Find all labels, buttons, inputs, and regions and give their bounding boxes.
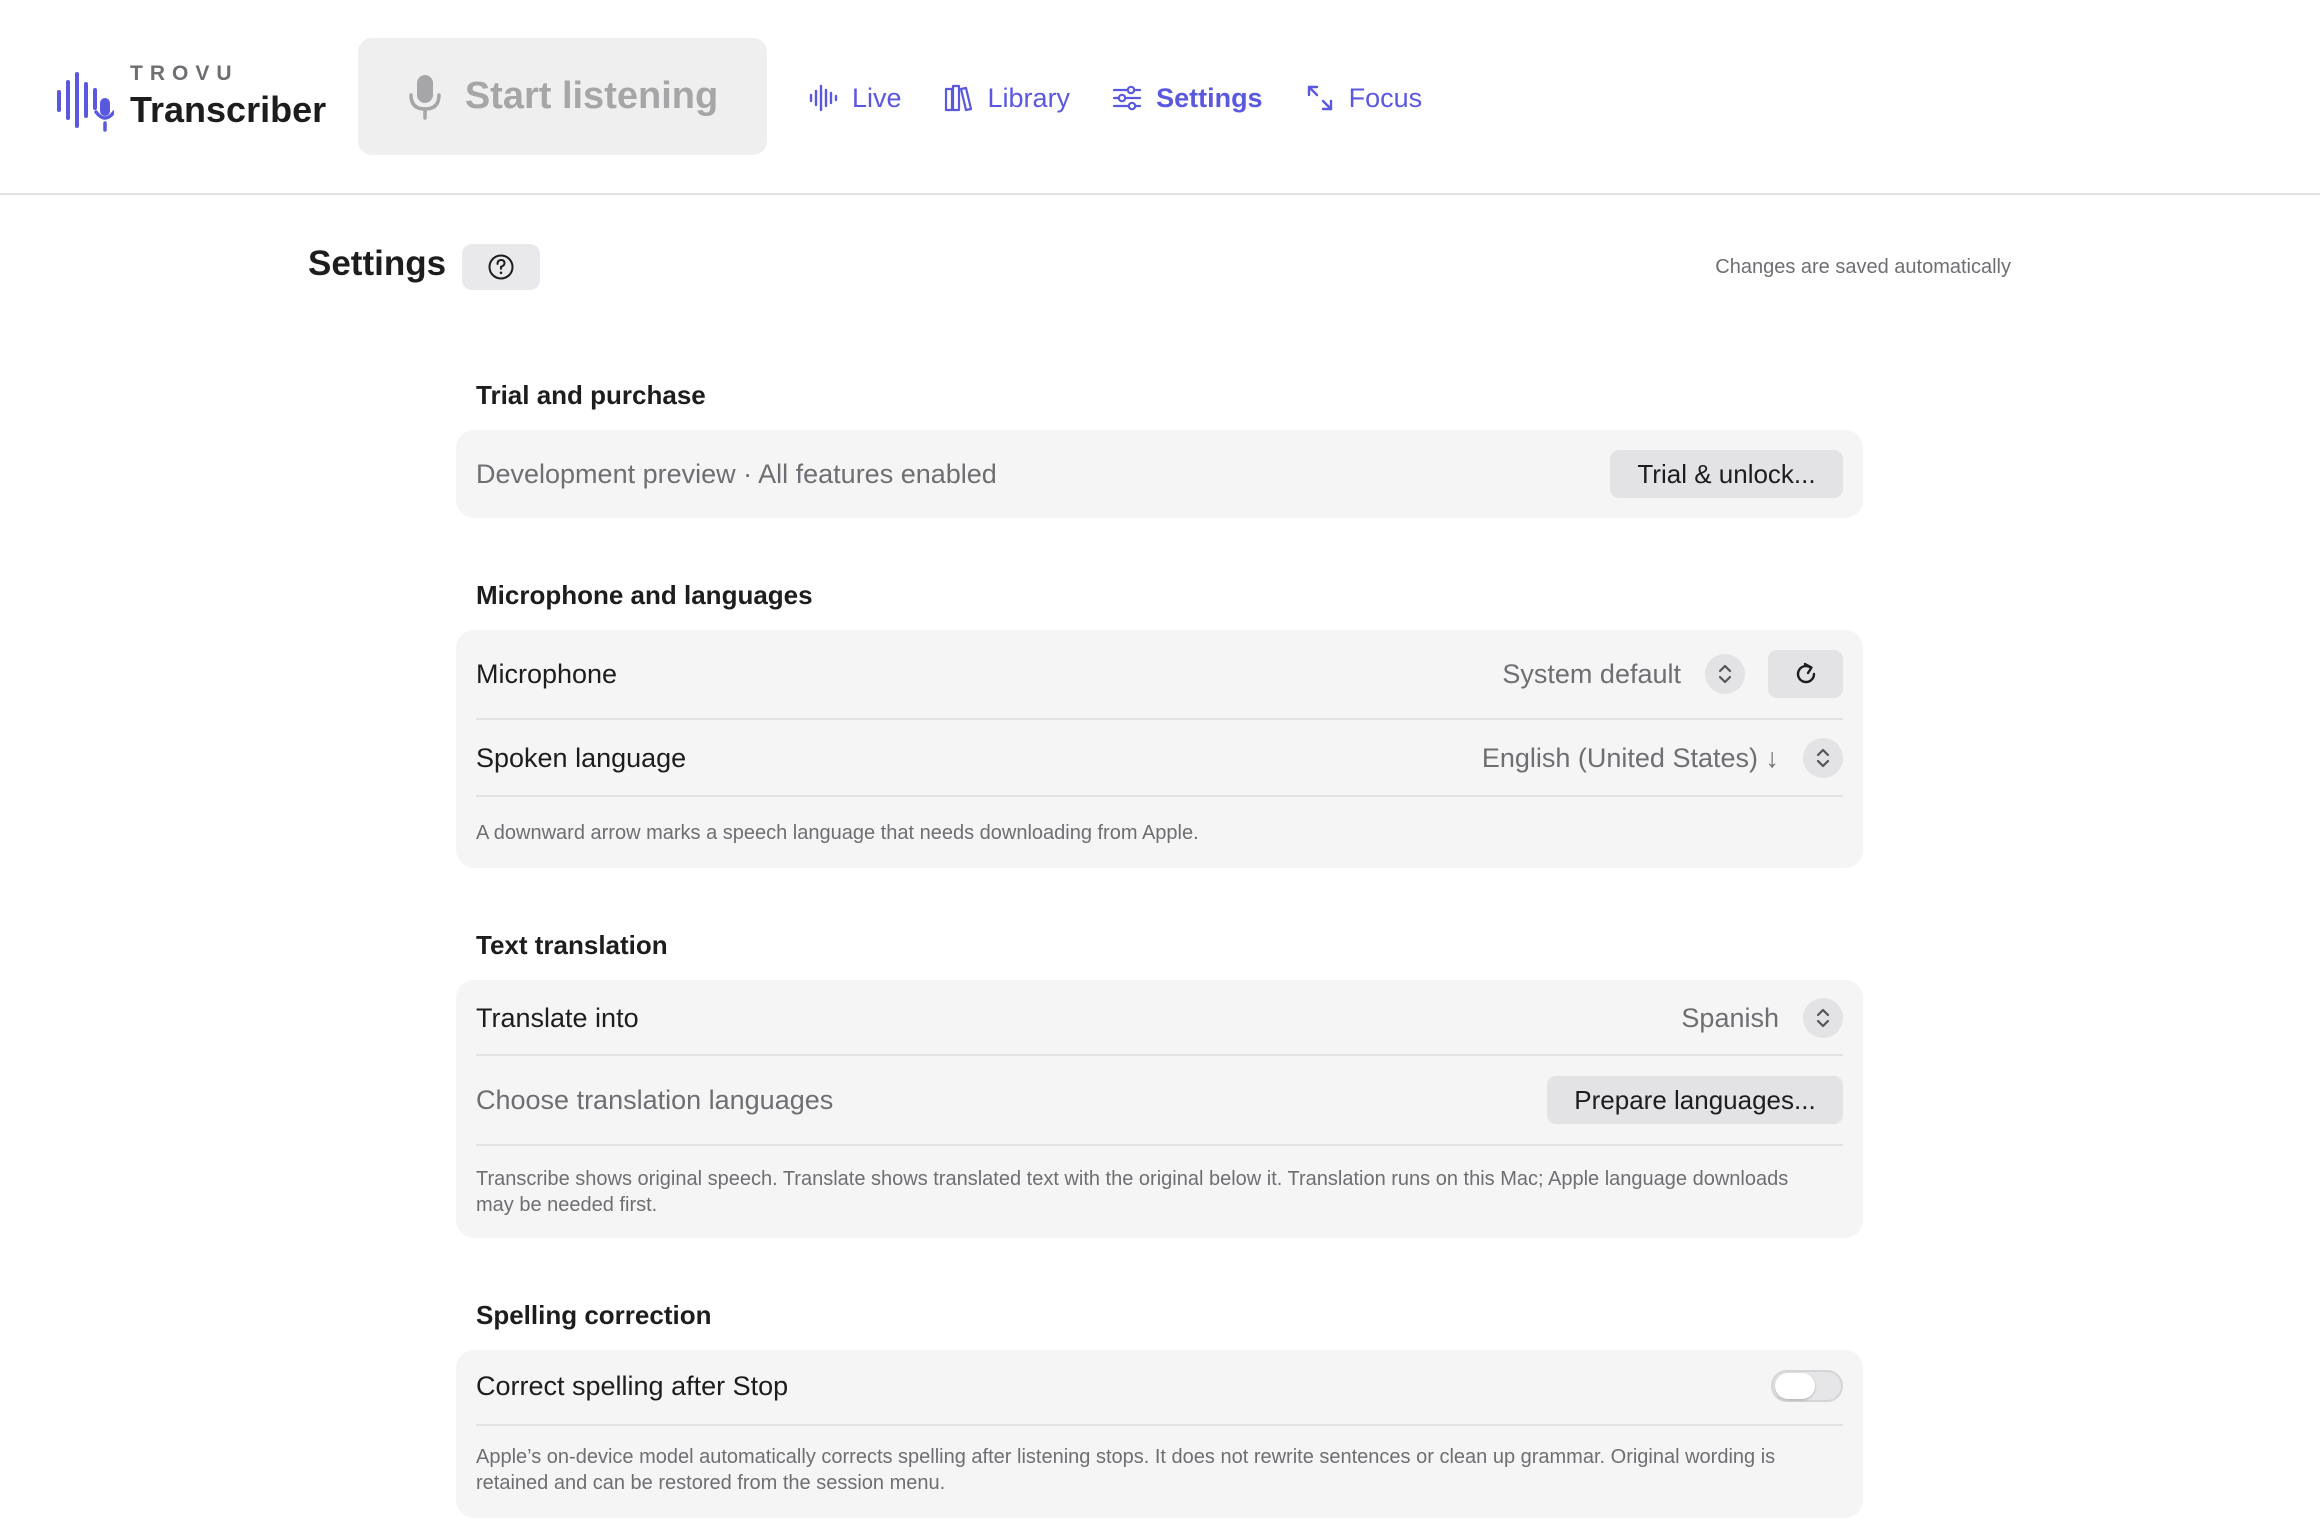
- expand-icon: [1307, 85, 1332, 111]
- translate-into-label: Translate into: [476, 1002, 639, 1033]
- section-title-microphone: Microphone and languages: [476, 580, 813, 610]
- start-listening-label: Start listening: [464, 75, 719, 117]
- autosave-note: Changes are saved automatically: [1715, 256, 2011, 278]
- microphone-select-value[interactable]: System default: [1502, 659, 1681, 690]
- correct-spelling-label: Correct spelling after Stop: [476, 1370, 789, 1401]
- top-bar: TROVU Transcriber Start listening Live L…: [0, 0, 2320, 195]
- microphone-label: Microphone: [476, 658, 618, 689]
- section-title-spelling: Spelling correction: [476, 1300, 712, 1330]
- microphone-select-stepper[interactable]: [1705, 654, 1745, 694]
- divider: [476, 795, 1843, 797]
- translation-hint: Transcribe shows original speech. Transl…: [476, 1168, 1789, 1216]
- language-hint: A downward arrow marks a speech language…: [476, 822, 1199, 844]
- divider: [476, 1424, 1843, 1426]
- refresh-icon: [1796, 662, 1815, 684]
- main-nav: Live Library Settings Focus: [808, 78, 1464, 118]
- question-mark-icon: [488, 254, 514, 280]
- app-name: Transcriber: [130, 89, 327, 130]
- page-title: Settings: [308, 244, 447, 283]
- nav-settings-label: Settings: [1156, 82, 1263, 113]
- nav-live[interactable]: Live: [808, 78, 902, 118]
- translate-into-select-value[interactable]: Spanish: [1681, 1003, 1779, 1034]
- divider: [476, 1144, 1843, 1146]
- spoken-language-label: Spoken language: [476, 742, 687, 773]
- divider: [476, 718, 1843, 720]
- nav-focus-label: Focus: [1348, 82, 1423, 113]
- sliders-icon: [1112, 85, 1142, 111]
- translate-into-stepper[interactable]: [1803, 998, 1843, 1038]
- trial-card: Development preview · All features enabl…: [456, 430, 1863, 518]
- start-listening-button[interactable]: Start listening: [358, 38, 767, 155]
- trial-status: Development preview · All features enabl…: [476, 458, 997, 489]
- spoken-language-select-value[interactable]: English (United States) ↓: [1482, 743, 1779, 774]
- help-button[interactable]: [462, 244, 540, 290]
- section-title-trial: Trial and purchase: [476, 380, 706, 410]
- spelling-hint: Apple’s on-device model automatically co…: [476, 1446, 1776, 1494]
- section-title-translation: Text translation: [476, 930, 668, 960]
- microphone-card: Microphone System default Spoken languag…: [456, 630, 1863, 868]
- chevron-up-down-icon: [1816, 748, 1830, 768]
- nav-library-label: Library: [987, 82, 1071, 113]
- trial-unlock-button[interactable]: Trial & unlock...: [1610, 450, 1843, 498]
- spelling-card: Correct spelling after Stop Apple’s on-d…: [456, 1350, 1863, 1518]
- divider: [476, 1054, 1843, 1056]
- nav-library[interactable]: Library: [944, 78, 1071, 118]
- nav-focus[interactable]: Focus: [1305, 78, 1423, 118]
- microphone-icon: [409, 74, 441, 120]
- nav-settings[interactable]: Settings: [1112, 78, 1263, 118]
- spoken-language-stepper[interactable]: [1803, 738, 1843, 778]
- chevron-up-down-icon: [1718, 664, 1732, 684]
- brand-company: TROVU: [130, 62, 239, 85]
- chevron-up-down-icon: [1816, 1008, 1830, 1028]
- translation-card: Translate into Spanish Choose translatio…: [456, 980, 1863, 1238]
- nav-live-label: Live: [852, 82, 902, 113]
- waveform-icon: [809, 84, 838, 112]
- toggle-knob: [1775, 1373, 1815, 1399]
- books-icon: [944, 84, 972, 112]
- brand: TROVU Transcriber: [56, 62, 326, 132]
- choose-translation-languages-label: Choose translation languages: [476, 1084, 834, 1115]
- correct-spelling-toggle[interactable]: [1771, 1370, 1843, 1402]
- refresh-microphones-button[interactable]: [1768, 650, 1843, 698]
- waveform-mic-logo-icon: [57, 72, 114, 132]
- prepare-languages-button[interactable]: Prepare languages...: [1547, 1076, 1843, 1124]
